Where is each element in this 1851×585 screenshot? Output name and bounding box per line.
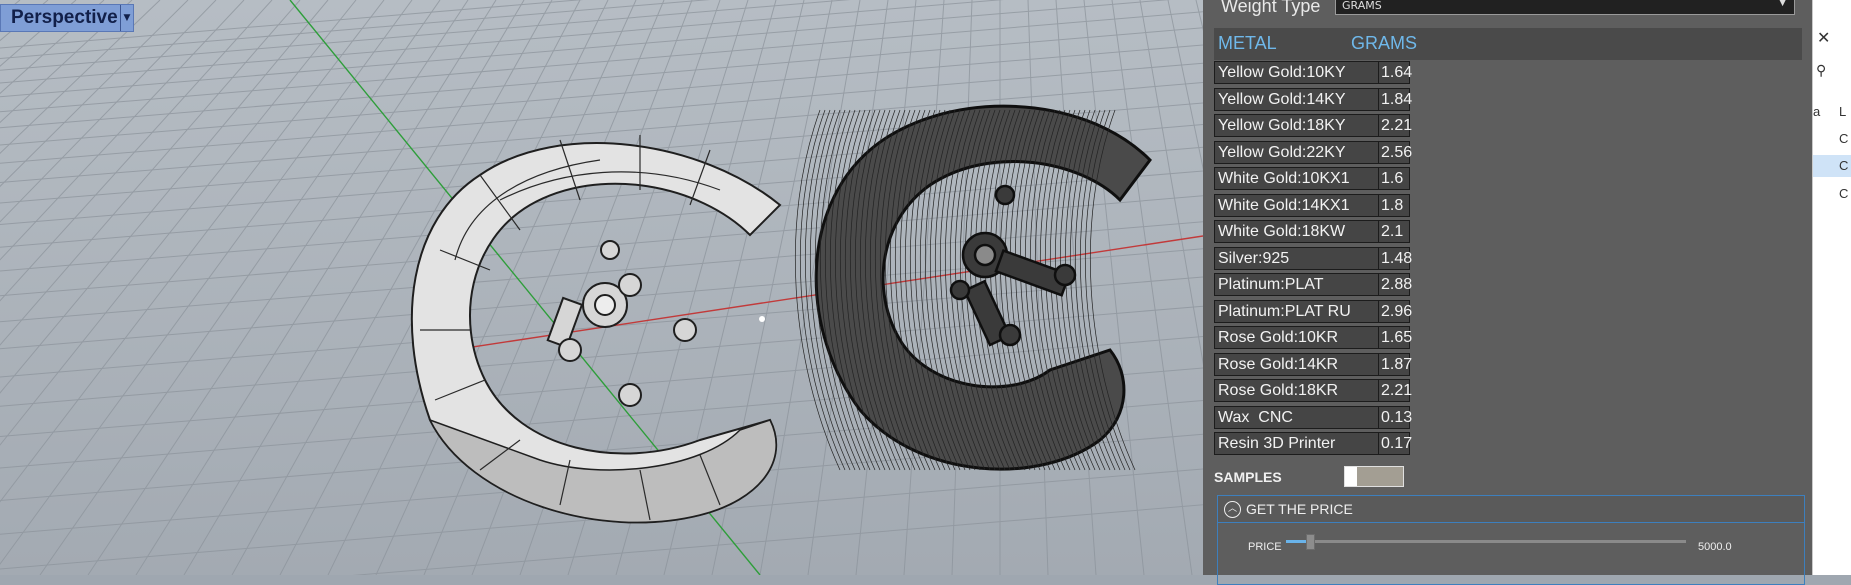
grams-cell: 1.84 — [1378, 87, 1412, 111]
grams-cell: 2.21 — [1378, 114, 1412, 137]
get-price-section: ︿ GET THE PRICE PRICE 5000.0 — [1217, 495, 1805, 585]
metal-name-cell: Rose Gold:18KR — [1214, 379, 1379, 402]
table-row[interactable]: Rose Gold:14KR 1.87 — [1214, 352, 1454, 376]
table-row[interactable]: Yellow Gold:18KY 2.21 — [1214, 114, 1454, 137]
table-row[interactable]: Yellow Gold:22KY 2.56 — [1214, 140, 1454, 164]
table-row[interactable]: White Gold:18KW 2.1 — [1214, 220, 1454, 243]
viewport-canvas[interactable] — [0, 0, 1203, 575]
grid-line — [0, 0, 385, 503]
table-row[interactable]: Rose Gold:10KR 1.65 — [1214, 326, 1454, 349]
close-icon[interactable]: ✕ — [1817, 28, 1830, 48]
weight-type-label: Weight Type — [1221, 0, 1321, 16]
grid-line — [0, 0, 133, 124]
table-row[interactable]: Wax CNC 0.13 — [1214, 405, 1454, 429]
price-slider-track[interactable] — [1286, 540, 1686, 543]
grid-line — [0, 0, 711, 60]
search-icon[interactable]: ⚲ — [1816, 62, 1826, 79]
metal-name-cell: Rose Gold:14KR — [1214, 352, 1379, 376]
grams-cell: 2.1 — [1378, 220, 1410, 243]
grid-line — [0, 0, 301, 346]
metal-name-cell: Yellow Gold:14KY — [1214, 87, 1379, 111]
metal-name-cell: Platinum:PLAT — [1214, 273, 1379, 296]
grams-cell: 0.13 — [1378, 405, 1412, 429]
grid-line — [0, 0, 1171, 98]
grams-cell: 2.88 — [1378, 273, 1412, 296]
metal-name-cell: Yellow Gold:10KY — [1214, 61, 1379, 84]
grid-line — [0, 0, 217, 223]
metal-name-cell: White Gold:14KX1 — [1214, 193, 1379, 217]
grid-line — [1195, 0, 1203, 31]
grid-line — [1167, 0, 1203, 171]
metal-name-cell: Yellow Gold:18KY — [1214, 114, 1379, 137]
grid-line — [0, 170, 1203, 272]
column-header-text: L — [1839, 104, 1847, 119]
wireframe-ring[interactable] — [795, 104, 1152, 471]
price-section-title: GET THE PRICE — [1246, 501, 1353, 517]
metal-name-cell: Resin 3D Printer — [1214, 432, 1379, 455]
origin-point — [759, 316, 765, 322]
metal-name-cell: White Gold:18KW — [1214, 220, 1379, 243]
samples-label: SAMPLES — [1214, 469, 1282, 485]
grams-cell: 1.48 — [1378, 246, 1412, 270]
price-section-header[interactable]: ︿ GET THE PRICE — [1218, 496, 1804, 523]
table-row[interactable]: White Gold:14KX1 1.8 — [1214, 193, 1454, 217]
grams-cell: 2.21 — [1378, 379, 1412, 402]
grams-cell: 1.64 — [1378, 61, 1412, 84]
weight-type-value: GRAMS — [1342, 0, 1382, 12]
chevron-down-icon[interactable]: ▼ — [1779, 0, 1786, 8]
metal-column-header: METAL — [1218, 33, 1277, 53]
table-row[interactable]: Rose Gold:18KR 2.21 — [1214, 379, 1454, 402]
metal-name-cell: Yellow Gold:22KY — [1214, 140, 1379, 164]
price-slider-fill — [1286, 540, 1306, 543]
list-item-text[interactable]: C — [1839, 131, 1848, 146]
table-row[interactable]: Resin 3D Printer 0.17 — [1214, 432, 1454, 455]
metal-name-cell: White Gold:10KX1 — [1214, 167, 1379, 190]
grid-line — [1139, 0, 1203, 366]
metal-weight-panel: Weight Type GRAMS ▼ METAL GRAMS Yellow G… — [1203, 0, 1812, 585]
price-slider-thumb[interactable] — [1306, 534, 1315, 550]
background-application-window[interactable]: ✕ ⚲ a L C C C — [1812, 0, 1851, 575]
grid-line — [0, 0, 49, 42]
metal-name-cell: Wax CNC — [1214, 405, 1379, 429]
grams-cell: 2.96 — [1378, 299, 1412, 323]
table-row[interactable]: Silver:925 1.48 — [1214, 246, 1454, 270]
weight-type-select[interactable]: GRAMS ▼ — [1335, 0, 1795, 15]
samples-toggle[interactable] — [1344, 466, 1404, 487]
column-header-text: a — [1813, 104, 1821, 119]
grams-cell: 1.8 — [1378, 193, 1410, 217]
grams-cell: 1.87 — [1378, 352, 1412, 376]
table-row[interactable]: Yellow Gold:14KY 1.84 — [1214, 87, 1454, 111]
grid-line — [1111, 0, 1193, 575]
toggle-knob[interactable] — [1345, 467, 1357, 486]
table-row[interactable]: Yellow Gold:10KY 1.64 — [1214, 61, 1454, 84]
grams-cell: 0.17 — [1378, 432, 1412, 455]
chevron-down-icon[interactable]: ▼ — [120, 5, 133, 31]
table-row[interactable]: White Gold:10KX1 1.6 — [1214, 167, 1454, 190]
viewport-title-tab[interactable]: Perspective ▼ — [0, 4, 134, 32]
grid-line — [0, 11, 1203, 113]
table-row[interactable]: Platinum:PLAT RU 2.96 — [1214, 299, 1454, 323]
grid-line — [1083, 0, 1145, 575]
grams-cell: 1.6 — [1378, 167, 1410, 190]
viewport-title[interactable]: Perspective — [1, 7, 120, 29]
price-label: PRICE — [1248, 541, 1282, 553]
chevron-up-icon[interactable]: ︿ — [1224, 501, 1241, 518]
price-max-value: 5000.0 — [1698, 541, 1732, 553]
metal-name-cell: Rose Gold:10KR — [1214, 326, 1379, 349]
perspective-viewport[interactable]: Perspective ▼ — [0, 0, 1203, 575]
grid-line — [0, 0, 413, 565]
table-header: METAL GRAMS — [1214, 28, 1802, 60]
list-item-text[interactable]: C — [1839, 186, 1848, 201]
metal-name-cell: Silver:925 — [1214, 246, 1379, 270]
table-row[interactable]: Platinum:PLAT 2.88 — [1214, 273, 1454, 296]
grams-cell: 2.56 — [1378, 140, 1412, 164]
grams-cell: 1.65 — [1378, 326, 1412, 349]
list-item-text[interactable]: C — [1839, 158, 1848, 173]
metal-name-cell: Platinum:PLAT RU — [1214, 299, 1379, 323]
grams-column-header: GRAMS — [1351, 33, 1418, 53]
